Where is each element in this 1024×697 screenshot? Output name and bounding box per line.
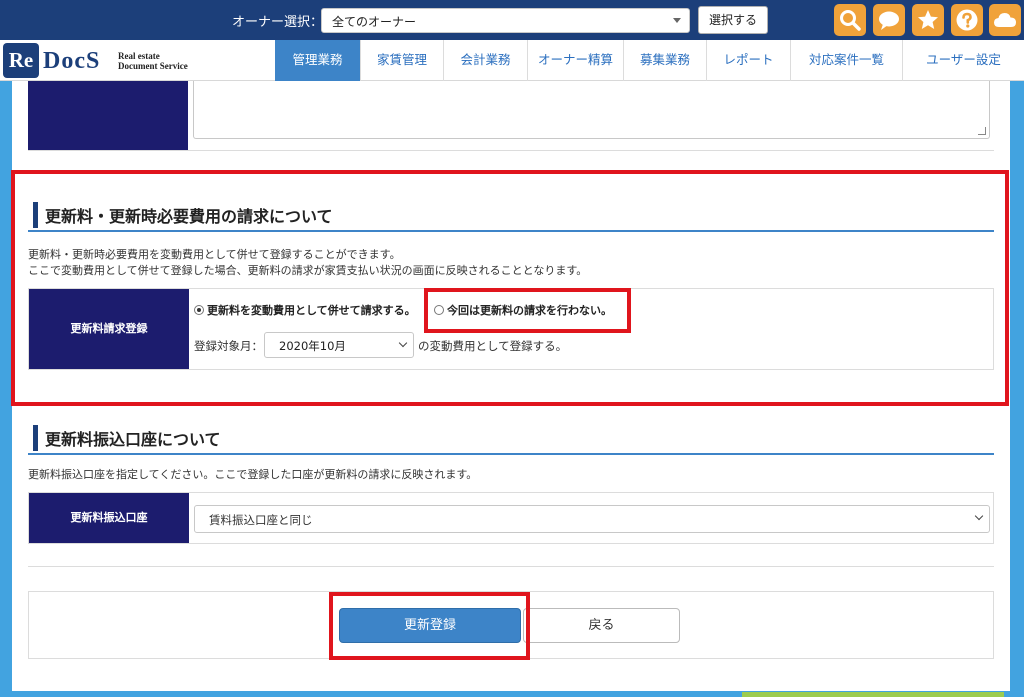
tab-rent[interactable]: 家賃管理: [360, 40, 443, 81]
radio-none-label: 今回は更新料の請求を行わない。: [447, 304, 612, 317]
renewal-account-row-label: 更新料振込口座: [29, 493, 189, 543]
redocs-logo[interactable]: Re DocS Real estate Document Service: [3, 43, 213, 78]
target-month-suffix: の変動費用として登録する。: [418, 339, 568, 353]
previous-form-row: [28, 81, 994, 151]
chevron-down-icon: [974, 511, 984, 521]
heading-accent-bar: [33, 202, 38, 228]
notes-textarea[interactable]: [193, 81, 990, 139]
tab-owner-settlement[interactable]: オーナー精算: [527, 40, 623, 81]
update-register-button[interactable]: 更新登録: [339, 608, 521, 643]
radio-register-renewal-fee[interactable]: 更新料を変動費用として併せて請求する。: [194, 302, 416, 318]
logo-mark: Re: [3, 43, 39, 78]
top-bar: オーナー選択： 全てのオーナー 選択する: [0, 0, 1024, 40]
logo-tagline-line2: Document Service: [118, 61, 188, 71]
radio-register-label: 更新料を変動費用として併せて請求する。: [207, 304, 416, 317]
renewal-account-row: 更新料振込口座 賃料振込口座と同じ: [28, 492, 994, 544]
renewal-account-select[interactable]: 賃料振込口座と同じ: [194, 505, 990, 533]
search-icon[interactable]: [834, 4, 866, 36]
renewal-account-description: 更新料振込口座を指定してください。ここで登録した口座が更新料の請求に反映されます…: [28, 468, 478, 481]
tab-accounting[interactable]: 会計業務: [443, 40, 527, 81]
owner-select-value: 全てのオーナー: [332, 15, 417, 29]
cloud-icon[interactable]: [989, 4, 1021, 36]
renewal-account-heading: 更新料振込口座について: [28, 421, 994, 455]
owner-select[interactable]: 全てのオーナー: [321, 8, 690, 33]
tab-user-settings[interactable]: ユーザー設定: [902, 40, 1024, 81]
tab-cases[interactable]: 対応案件一覧: [790, 40, 902, 81]
renewal-fee-heading: 更新料・更新時必要費用の請求について: [28, 198, 994, 232]
previous-row-label: [28, 81, 188, 150]
renewal-fee-row-label: 更新料請求登録: [29, 289, 189, 369]
caret-down-icon: [673, 18, 681, 23]
footer-accent: [742, 692, 1004, 697]
tab-recruitment[interactable]: 募集業務: [623, 40, 706, 81]
target-month-value: 2020年10月: [279, 339, 346, 353]
divider: [28, 566, 994, 567]
owner-select-button[interactable]: 選択する: [698, 6, 768, 34]
radio-no-renewal-fee[interactable]: 今回は更新料の請求を行わない。: [434, 302, 612, 318]
header: Re DocS Real estate Document Service 管理業…: [0, 40, 1024, 81]
tab-management[interactable]: 管理業務: [275, 40, 360, 81]
logo-tagline: Real estate Document Service: [118, 51, 188, 71]
target-month-label: 登録対象月：: [194, 339, 263, 353]
renewal-fee-title: 更新料・更新時必要費用の請求について: [45, 207, 333, 226]
renewal-fee-row: 更新料請求登録 更新料を変動費用として併せて請求する。 今回は更新料の請求を行わ…: [28, 288, 994, 370]
star-icon[interactable]: [912, 4, 944, 36]
help-icon[interactable]: [951, 4, 983, 36]
chevron-down-icon: [398, 338, 408, 348]
resize-handle-icon[interactable]: [978, 127, 986, 135]
chat-icon[interactable]: [873, 4, 905, 36]
target-month-select[interactable]: 2020年10月: [264, 332, 414, 358]
radio-checked-icon: [194, 305, 204, 315]
heading-accent-bar: [33, 425, 38, 451]
tab-report[interactable]: レポート: [706, 40, 790, 81]
renewal-account-value: 賃料振込口座と同じ: [209, 513, 313, 527]
owner-select-label: オーナー選択：: [232, 15, 324, 30]
renewal-fee-desc-line2: ここで変動費用として併せて登録した場合、更新料の請求が家賃支払い状況の画面に反映…: [28, 264, 588, 277]
renewal-account-title: 更新料振込口座について: [45, 430, 221, 449]
logo-wordmark: DocS: [43, 48, 101, 74]
renewal-fee-description: 更新料・更新時必要費用を変動費用として併せて登録することができます。 ここで変動…: [28, 247, 587, 279]
back-button[interactable]: 戻る: [523, 608, 680, 643]
main-nav: 管理業務 家賃管理 会計業務 オーナー精算 募集業務 レポート 対応案件一覧 ユ…: [275, 40, 1024, 81]
renewal-fee-desc-line1: 更新料・更新時必要費用を変動費用として併せて登録することができます。: [28, 248, 401, 261]
radio-unchecked-icon: [434, 305, 444, 315]
logo-tagline-line1: Real estate: [118, 51, 160, 61]
